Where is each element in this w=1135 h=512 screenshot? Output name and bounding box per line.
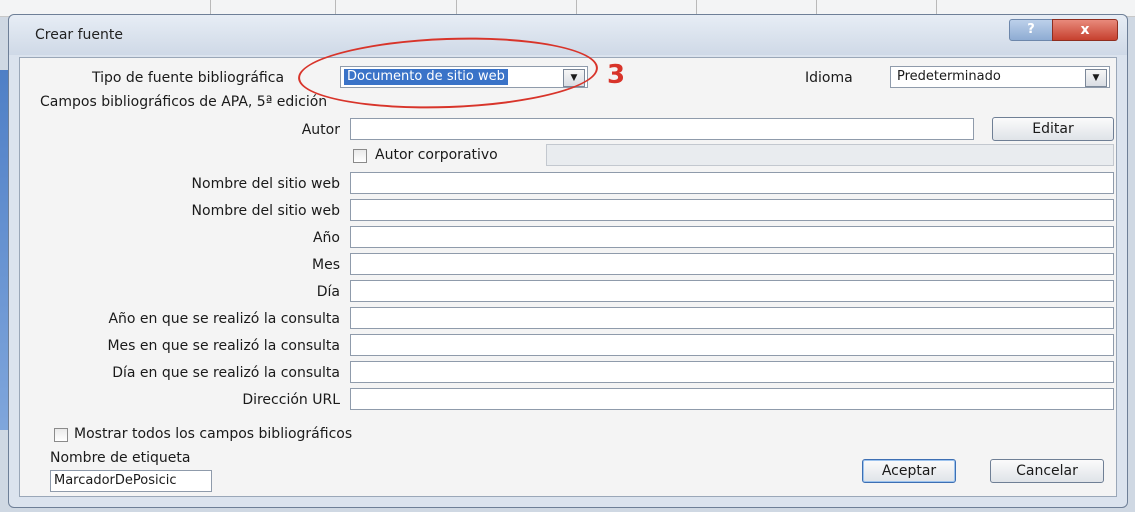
source-type-label: Tipo de fuente bibliográfica: [92, 70, 285, 86]
month-field[interactable]: [350, 253, 1114, 275]
website-name-field-2[interactable]: [350, 199, 1114, 221]
day-field[interactable]: [350, 280, 1114, 302]
month-accessed-label: Mes en que se realizó la consulta: [107, 338, 340, 354]
section-title: Campos bibliográficos de APA, 5ª edición: [40, 94, 328, 110]
month-label: Mes: [312, 257, 340, 273]
show-all-fields-label: Mostrar todos los campos bibliográficos: [74, 426, 353, 442]
day-accessed-field[interactable]: [350, 361, 1114, 383]
corporate-author-checkbox[interactable]: [353, 149, 367, 163]
website-name-label-2: Nombre del sitio web: [191, 203, 340, 219]
show-all-fields-checkbox[interactable]: [54, 428, 68, 442]
day-label: Día: [316, 284, 340, 300]
close-button[interactable]: x: [1052, 19, 1118, 41]
year-field[interactable]: [350, 226, 1114, 248]
language-label: Idioma: [805, 70, 853, 86]
url-label: Dirección URL: [242, 392, 340, 408]
corporate-author-label: Autor corporativo: [375, 147, 498, 163]
tag-name-label: Nombre de etiqueta: [50, 450, 191, 466]
accept-button[interactable]: Aceptar: [862, 459, 956, 483]
language-value: Predeterminado: [897, 69, 1001, 84]
dialog-title: Crear fuente: [35, 27, 124, 43]
help-button[interactable]: ?: [1009, 19, 1053, 41]
author-field[interactable]: [350, 118, 974, 140]
month-accessed-field[interactable]: [350, 334, 1114, 356]
year-accessed-label: Año en que se realizó la consulta: [108, 311, 340, 327]
day-accessed-label: Día en que se realizó la consulta: [112, 365, 340, 381]
year-accessed-field[interactable]: [350, 307, 1114, 329]
chevron-down-icon[interactable]: ▼: [1085, 69, 1107, 87]
author-label: Autor: [301, 122, 340, 138]
cancel-button[interactable]: Cancelar: [990, 459, 1104, 483]
dialog-content: Tipo de fuente bibliográfica Documento d…: [19, 57, 1117, 497]
edit-button[interactable]: Editar: [992, 117, 1114, 141]
website-name-label: Nombre del sitio web: [191, 176, 340, 192]
url-field[interactable]: [350, 388, 1114, 410]
year-label: Año: [312, 230, 340, 246]
corporate-author-field[interactable]: [546, 144, 1114, 166]
website-name-field[interactable]: [350, 172, 1114, 194]
language-dropdown[interactable]: Predeterminado ▼: [890, 66, 1110, 88]
tag-name-field[interactable]: MarcadorDePosicic: [50, 470, 212, 492]
annotation-number: 3: [607, 60, 626, 90]
